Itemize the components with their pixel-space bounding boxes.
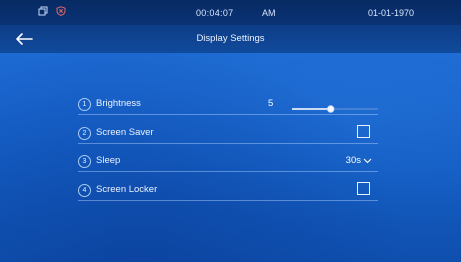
status-ampm: AM: [262, 8, 276, 18]
setting-row-brightness: 1 Brightness 5: [78, 94, 378, 115]
setting-row-screen-locker: 4 Screen Locker: [78, 180, 378, 201]
sleep-dropdown[interactable]: 30s: [346, 155, 372, 166]
title-bar: Display Settings: [0, 25, 461, 53]
brightness-value: 5: [268, 98, 274, 109]
setting-label-screen-saver: Screen Saver: [96, 127, 154, 138]
setting-row-sleep: 3 Sleep 30s: [78, 151, 378, 172]
status-date: 01-01-1970: [368, 8, 415, 18]
row-number-badge: 4: [78, 184, 91, 197]
sleep-value: 30s: [345, 155, 361, 166]
status-time: 00:04:07: [196, 8, 234, 18]
setting-row-screen-saver: 2 Screen Saver: [78, 123, 378, 144]
slider-thumb: [327, 105, 335, 113]
brightness-slider[interactable]: [292, 100, 378, 113]
setting-label-sleep: Sleep: [96, 155, 121, 166]
screen-saver-checkbox[interactable]: [357, 125, 370, 138]
display-settings-screen: 00:04:07 AM 01-01-1970 Display Settings …: [0, 0, 461, 262]
setting-label-brightness: Brightness: [96, 98, 141, 109]
chevron-down-icon: [363, 158, 372, 163]
page-title: Display Settings: [196, 33, 265, 44]
row-number-badge: 2: [78, 127, 91, 140]
shield-x-icon: [56, 6, 66, 16]
copy-icon: [38, 6, 48, 16]
row-number-badge: 3: [78, 155, 91, 168]
status-bar: 00:04:07 AM 01-01-1970: [0, 0, 461, 25]
row-number-badge: 1: [78, 98, 91, 111]
status-icons: [38, 6, 66, 16]
screen-locker-checkbox[interactable]: [357, 182, 370, 195]
setting-label-screen-locker: Screen Locker: [96, 184, 158, 195]
